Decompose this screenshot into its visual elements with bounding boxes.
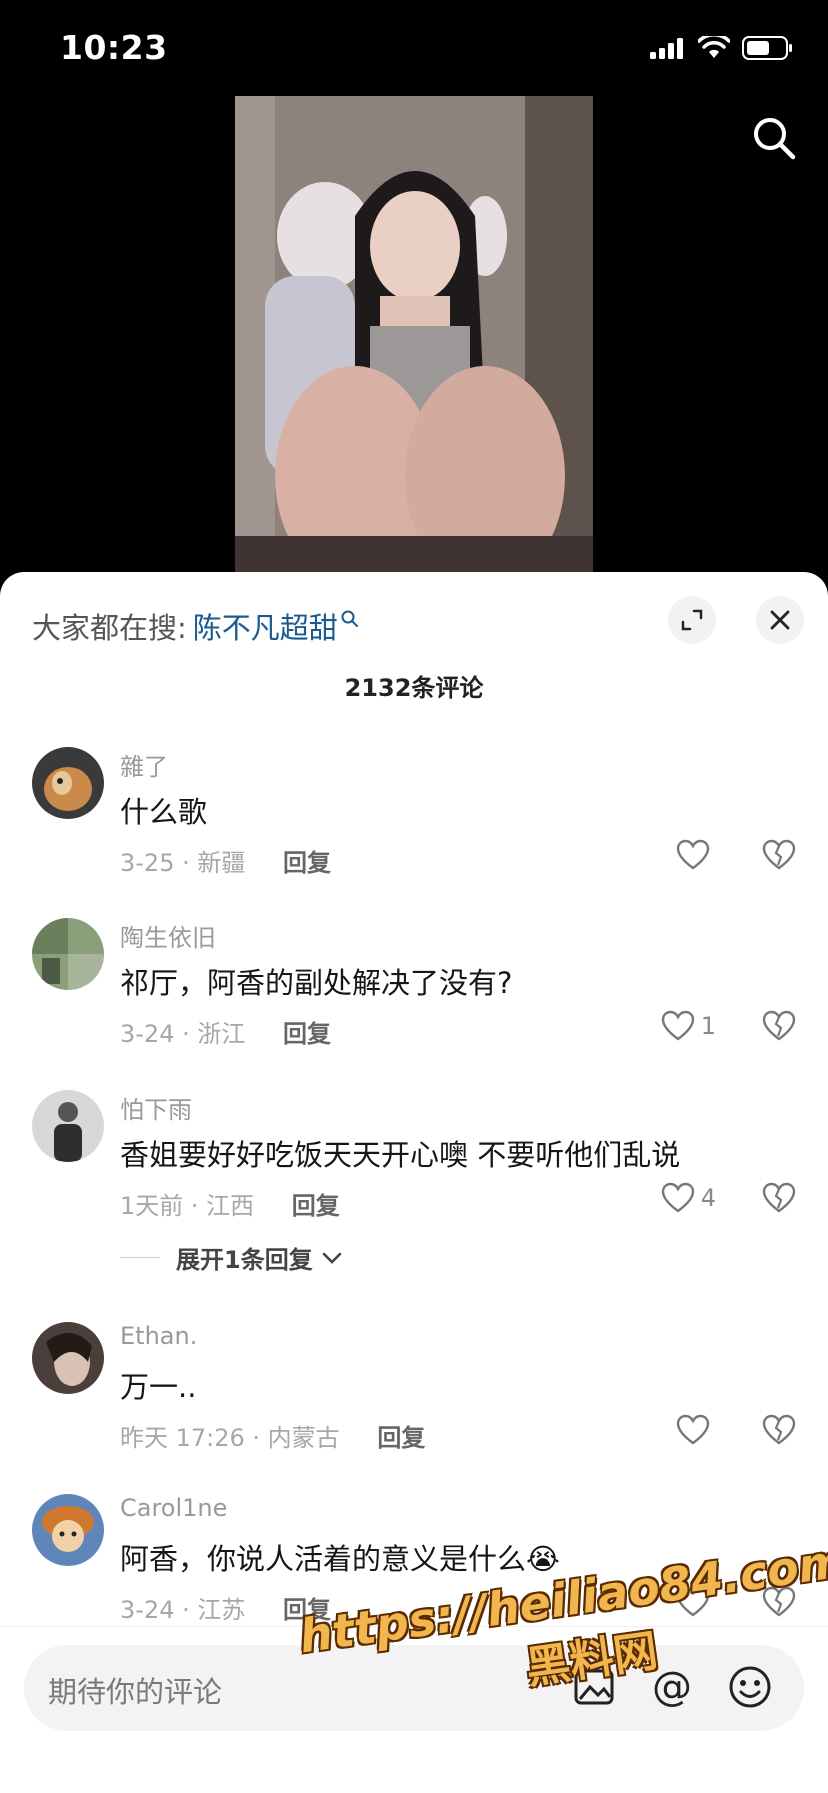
emoji-icon [729, 1666, 771, 1708]
comment-date-location: 1天前 · 江西 [120, 1192, 255, 1220]
mention-button[interactable]: @ [646, 1661, 698, 1713]
comment-date-location: 3-24 · 江苏 [120, 1596, 246, 1624]
comment-username[interactable]: 雜了 [120, 747, 168, 782]
expand-replies-label: 展开1条回复 [176, 1246, 313, 1274]
comment-text: 万一.. [120, 1370, 197, 1404]
heart-icon [661, 1010, 694, 1041]
broken-heart-icon[interactable] [762, 1010, 796, 1042]
comment-item: 陶生依旧 祁厅，阿香的副处解决了没有? 3-24 · 浙江 回复 1 [0, 918, 828, 1088]
heart-icon [676, 1586, 710, 1617]
video-person-image [235, 96, 593, 576]
chevron-down-icon [322, 1252, 342, 1264]
signal-icon [650, 38, 683, 59]
image-icon [574, 1669, 614, 1705]
comment-meta: 3-24 · 江苏 回复 [120, 1590, 331, 1625]
status-time: 10:23 [60, 28, 168, 67]
comment-meta: 1天前 · 江西 回复 [120, 1186, 340, 1221]
reply-button[interactable]: 回复 [283, 1596, 331, 1624]
reply-button[interactable]: 回复 [283, 849, 331, 877]
status-icons [650, 36, 794, 60]
reply-button[interactable]: 回复 [377, 1424, 425, 1452]
comment-username[interactable]: 怕下雨 [120, 1090, 192, 1125]
like-button[interactable] [676, 1586, 716, 1618]
reply-button[interactable]: 回复 [292, 1192, 340, 1220]
avatar[interactable] [32, 747, 104, 819]
like-button[interactable]: 4 [661, 1182, 716, 1214]
battery-icon [742, 36, 792, 60]
search-small-icon [341, 610, 358, 627]
comment-meta: 3-24 · 浙江 回复 [120, 1014, 331, 1049]
avatar[interactable] [32, 1322, 104, 1394]
broken-heart-icon[interactable] [762, 1182, 796, 1214]
like-button[interactable] [676, 839, 716, 871]
close-button[interactable] [756, 596, 804, 644]
avatar-landscape-image [32, 918, 104, 990]
broken-heart-icon[interactable] [762, 1586, 796, 1618]
comment-text: 香姐要好好吃饭天天开心噢 不要听他们乱说 [120, 1138, 681, 1172]
avatar-figure-image [32, 1090, 104, 1162]
heart-icon [676, 839, 710, 870]
comment-meta: 3-25 · 新疆 回复 [120, 843, 331, 878]
expand-replies-button[interactable]: 展开1条回复 [120, 1240, 343, 1275]
like-count: 1 [700, 1012, 716, 1040]
reply-button[interactable]: 回复 [283, 1020, 331, 1048]
comment-text: 阿香，你说人活着的意义是什么😭 [120, 1542, 560, 1576]
comment-text: 什么歌 [120, 795, 208, 829]
avatar[interactable] [32, 1090, 104, 1162]
comment-input-bar: 期待你的评论 @ [0, 1626, 828, 1793]
comment-input[interactable]: 期待你的评论 @ [24, 1645, 804, 1731]
trending-term-link[interactable]: 陈不凡超甜 [193, 605, 338, 647]
avatar[interactable] [32, 1494, 104, 1566]
comment-count: 2132条评论 [344, 674, 484, 702]
comment-item: 雜了 什么歌 3-25 · 新疆 回复 [0, 747, 828, 917]
comment-text: 祁厅，阿香的副处解决了没有? [120, 966, 513, 1000]
video-player[interactable] [0, 96, 828, 576]
comment-date-location: 3-24 · 浙江 [120, 1020, 246, 1048]
video-frame[interactable] [235, 96, 593, 576]
comment-username[interactable]: 陶生依旧 [120, 918, 216, 953]
divider [120, 1257, 160, 1258]
broken-heart-icon[interactable] [762, 1414, 796, 1446]
image-button[interactable] [568, 1661, 620, 1713]
status-bar: 10:23 [0, 0, 828, 96]
search-icon[interactable] [750, 114, 798, 162]
expand-icon [681, 609, 703, 631]
broken-heart-icon[interactable] [762, 839, 796, 871]
comment-item: 怕下雨 香姐要好好吃饭天天开心噢 不要听他们乱说 1天前 · 江西 回复 4 [0, 1090, 828, 1260]
emoji-button[interactable] [724, 1661, 776, 1713]
avatar-portrait-image [32, 1322, 104, 1394]
comment-item: Ethan. 万一.. 昨天 17:26 · 内蒙古 回复 [0, 1322, 828, 1492]
like-button[interactable]: 1 [661, 1010, 716, 1042]
comment-username[interactable]: Carol1ne [120, 1494, 227, 1522]
expand-button[interactable] [668, 596, 716, 644]
input-icons: @ [568, 1661, 776, 1713]
avatar[interactable] [32, 918, 104, 990]
close-icon [770, 610, 790, 630]
comment-date-location: 3-25 · 新疆 [120, 849, 246, 877]
comment-placeholder[interactable]: 期待你的评论 [48, 1669, 222, 1711]
comment-date-location: 昨天 17:26 · 内蒙古 [120, 1424, 340, 1452]
avatar-cat-image [32, 747, 104, 819]
heart-icon [661, 1182, 694, 1213]
avatar-cartoon-image [32, 1494, 104, 1566]
wifi-icon [698, 36, 730, 58]
heart-icon [676, 1414, 710, 1445]
comments-sheet: 大家都在搜: 陈不凡超甜 2132条评论 雜了 什么歌 3-25 · 新疆 回复… [0, 572, 828, 1792]
like-count: 4 [700, 1184, 716, 1212]
comment-username[interactable]: Ethan. [120, 1322, 197, 1350]
like-button[interactable] [676, 1414, 716, 1446]
trending-prefix: 大家都在搜: [32, 611, 187, 645]
comment-meta: 昨天 17:26 · 内蒙古 回复 [120, 1418, 425, 1453]
